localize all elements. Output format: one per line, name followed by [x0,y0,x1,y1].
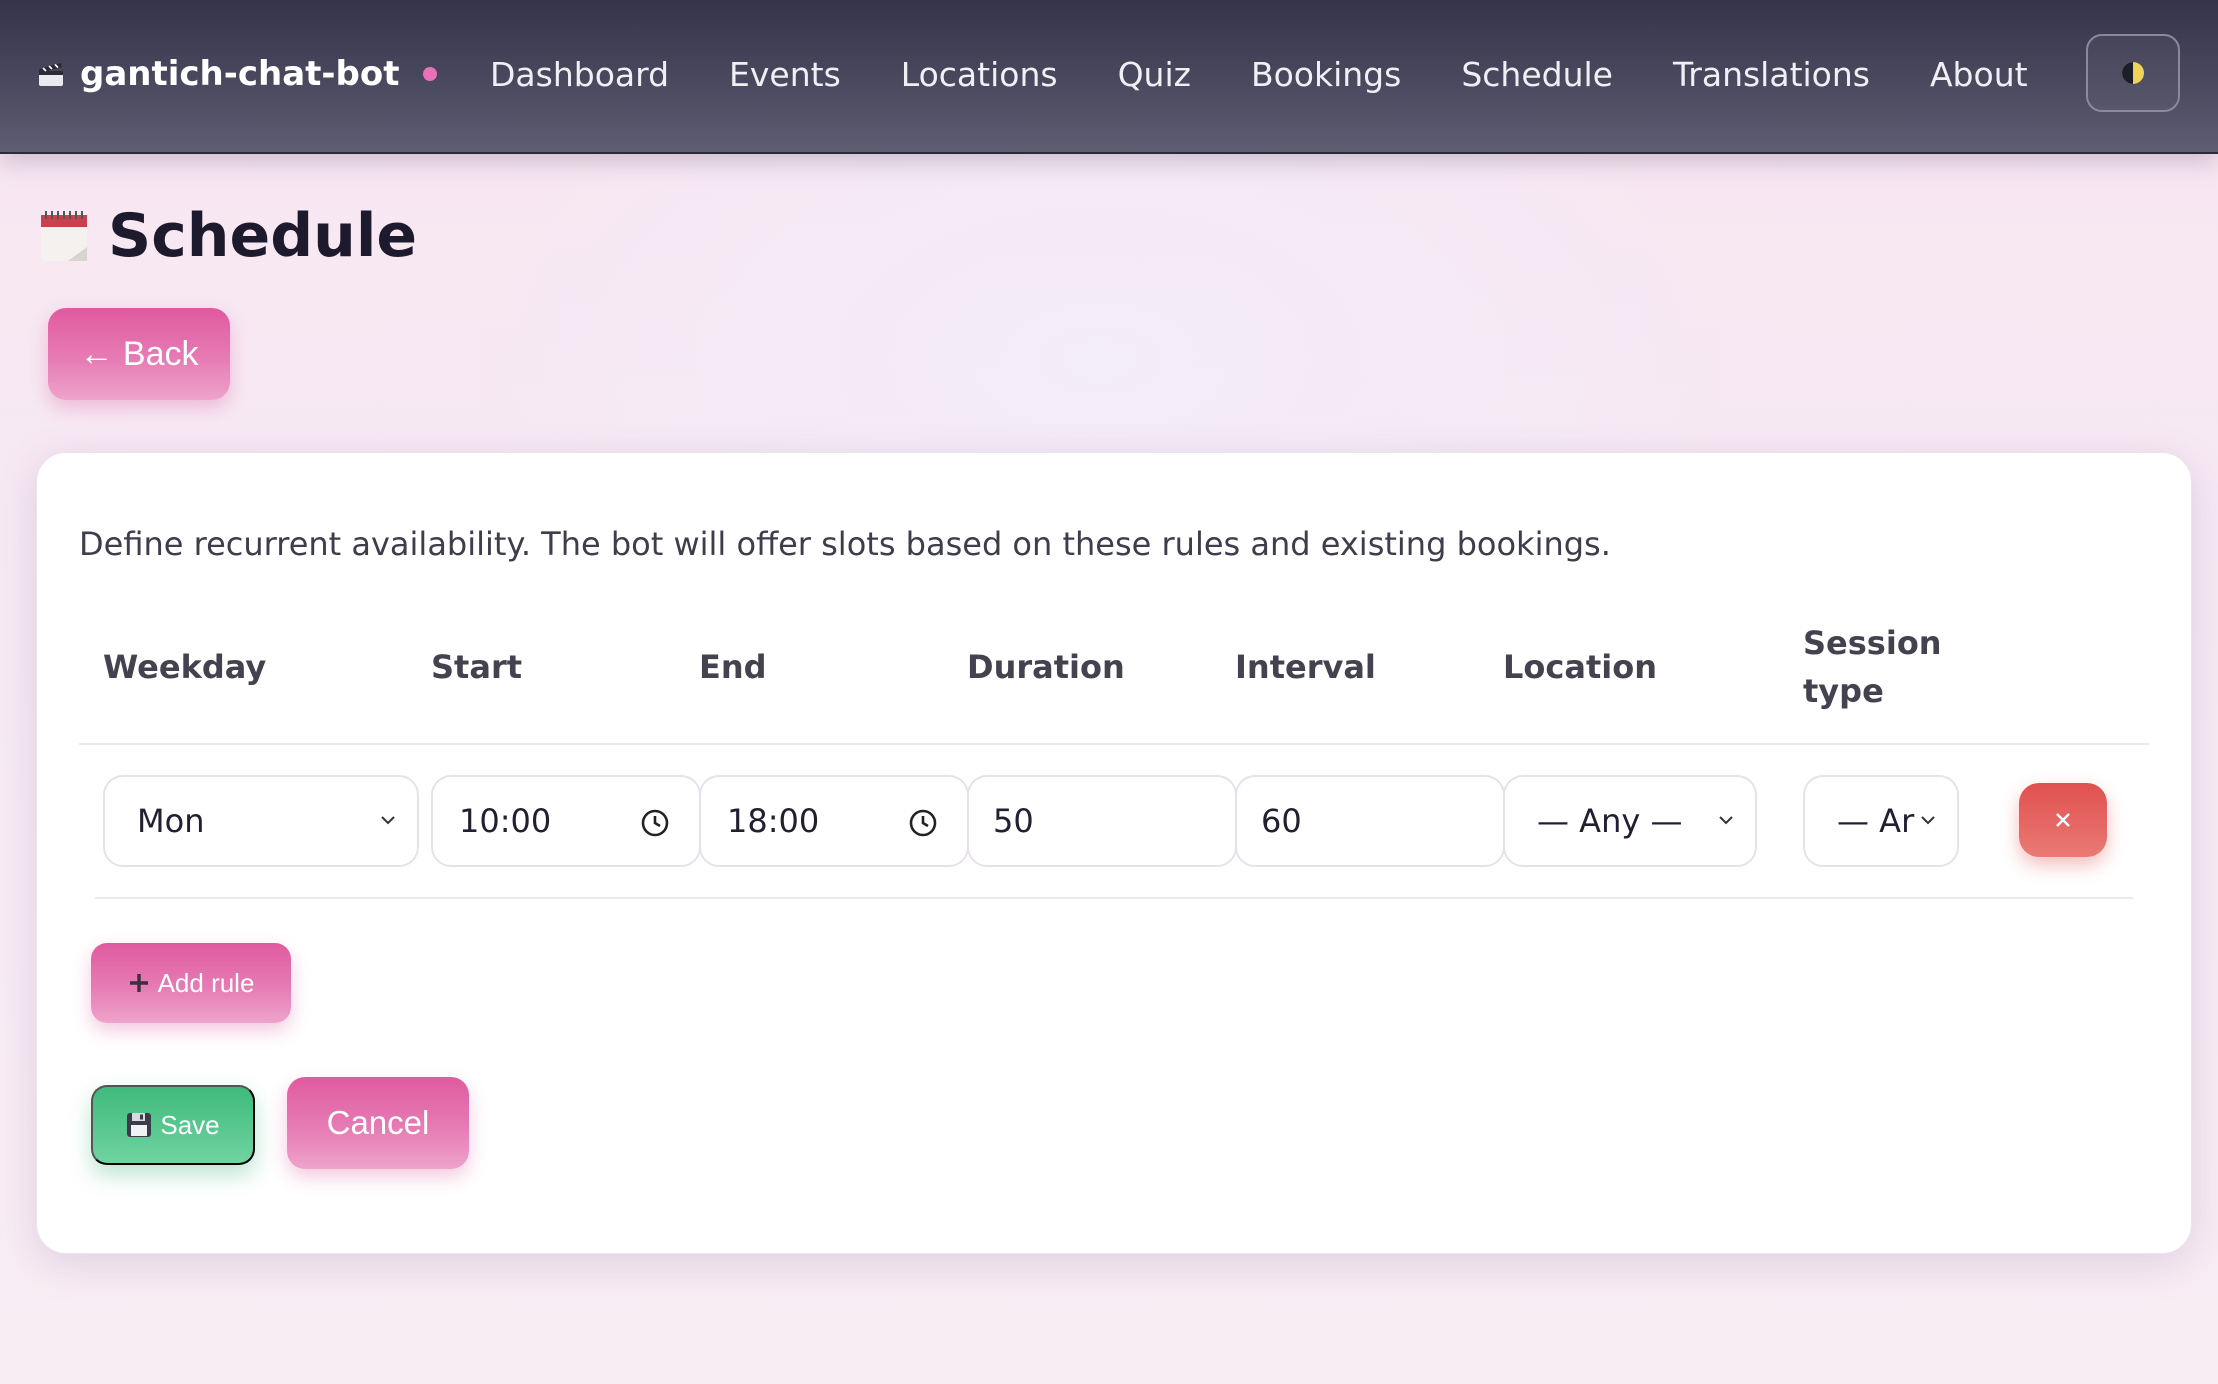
half-moon-icon [2122,62,2144,84]
session-type-value: — Ar [1837,802,1915,840]
clock-icon [909,809,937,837]
brand-name: gantich-chat-bot [80,54,400,94]
nav-item-translations[interactable]: Translations [1673,55,1870,94]
main-nav: Dashboard Events Locations Quiz Bookings… [490,48,2088,100]
nav-item-about[interactable]: About [1930,55,2028,94]
theme-toggle-button[interactable] [2086,34,2180,112]
page-title: Schedule [38,196,417,276]
schedule-card: Define recurrent availability. The bot w… [36,452,2192,1254]
save-label: Save [160,1109,220,1140]
cancel-button[interactable]: Cancel [287,1077,469,1169]
delete-rule-button[interactable] [2019,783,2107,857]
nav-item-schedule[interactable]: Schedule [1461,55,1613,94]
interval-input[interactable]: 60 [1235,775,1505,867]
top-navbar: gantich-chat-bot Dashboard Events Locati… [0,0,2218,154]
save-button[interactable]: Save [91,1085,255,1165]
col-session-type-line1: Session [1803,624,1942,662]
page-title-text: Schedule [108,201,418,271]
status-dot [423,67,438,81]
end-time-value: 18:00 [727,802,820,840]
chevron-down-icon [1719,816,1733,825]
col-session-type: Session type [1803,619,1942,715]
table-header-divider [79,743,2149,745]
weekday-select[interactable]: Mon [103,775,419,867]
col-weekday: Weekday [103,648,267,686]
duration-input[interactable]: 50 [967,775,1237,867]
nav-item-dashboard[interactable]: Dashboard [490,55,669,94]
start-time-value: 10:00 [459,802,552,840]
location-value: — Any — [1537,802,1683,840]
col-interval: Interval [1235,648,1376,686]
nav-item-bookings[interactable]: Bookings [1251,55,1401,94]
chevron-down-icon [381,816,395,825]
interval-value: 60 [1261,802,1302,840]
table-row-divider [95,897,2133,899]
add-rule-button[interactable]: Add rule [91,943,291,1023]
col-duration: Duration [967,648,1125,686]
add-rule-label: Add rule [157,967,255,998]
session-type-select[interactable]: — Ar [1803,775,1959,867]
brand[interactable]: gantich-chat-bot [36,48,438,100]
start-time-input[interactable]: 10:00 [431,775,701,867]
nav-item-locations[interactable]: Locations [901,55,1058,94]
plus-icon [129,974,148,992]
chevron-down-icon [1917,809,1939,831]
col-end: End [699,648,767,686]
nav-item-quiz[interactable]: Quiz [1118,55,1191,94]
clock-icon [641,809,669,837]
location-select[interactable]: — Any — [1503,775,1757,867]
schedule-intro: Define recurrent availability. The bot w… [79,525,1611,563]
calendar-icon [41,211,87,261]
back-button[interactable]: ← Back [48,308,230,400]
nav-item-events[interactable]: Events [729,55,841,94]
col-start: Start [431,648,523,686]
close-icon [2056,813,2070,827]
floppy-disk-icon [127,1113,152,1137]
col-session-type-line2: type [1803,672,1884,710]
clapperboard-icon [39,63,63,86]
weekday-value: Mon [137,802,205,840]
duration-value: 50 [993,802,1034,840]
end-time-input[interactable]: 18:00 [699,775,969,867]
col-location: Location [1503,648,1657,686]
